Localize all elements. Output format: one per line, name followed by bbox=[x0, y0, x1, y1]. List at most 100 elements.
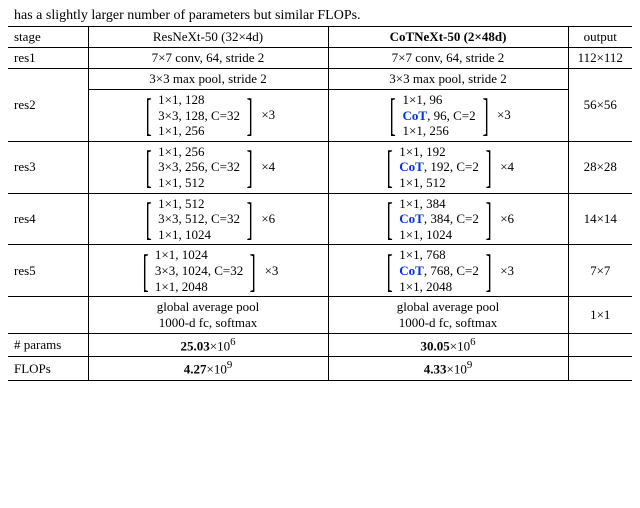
res3-block-a: [ 1×1, 256 3×3, 256, C=32 1×1, 512 ] ×4 bbox=[88, 141, 328, 193]
cot-label: CoT bbox=[399, 159, 424, 174]
res5-out: 7×7 bbox=[568, 245, 632, 297]
res5-bm: ×3 bbox=[500, 263, 514, 279]
res2-b1-post: , 96, C=2 bbox=[427, 108, 476, 123]
res3-a0: 1×1, 256 bbox=[158, 144, 204, 160]
flops-a-val: 4.27 bbox=[184, 362, 207, 377]
right-bracket-icon: ] bbox=[485, 196, 491, 242]
gap-a: global average pool 1000-d fc, softmax bbox=[88, 297, 328, 334]
right-bracket-icon: ] bbox=[482, 92, 488, 138]
res2-b0: 1×1, 96 bbox=[403, 92, 443, 108]
flops-out bbox=[568, 357, 632, 380]
res2-b2: 1×1, 256 bbox=[403, 123, 449, 139]
res1-out: 112×112 bbox=[568, 48, 632, 69]
res5-b0: 1×1, 768 bbox=[399, 247, 445, 263]
right-bracket-icon: ] bbox=[250, 248, 256, 294]
res2-block-b: [ 1×1, 96 CoT, 96, C=2 1×1, 256 ] ×3 bbox=[328, 90, 568, 142]
res3-a1: 3×3, 256, C=32 bbox=[158, 159, 240, 175]
res3-b0: 1×1, 192 bbox=[399, 144, 445, 160]
res5-label: res5 bbox=[8, 245, 88, 297]
res5-block-a: [ 1×1, 1024 3×3, 1024, C=32 1×1, 2048 ] … bbox=[88, 245, 328, 297]
res3-b2: 1×1, 512 bbox=[399, 175, 445, 191]
res3-am: ×4 bbox=[261, 159, 275, 175]
caption-text: has a slightly larger number of paramete… bbox=[14, 8, 632, 24]
flops-a-exp: ×10 bbox=[206, 362, 226, 377]
right-bracket-icon: ] bbox=[485, 144, 491, 190]
gap-b-line1: global average pool bbox=[333, 299, 564, 315]
res2-bm: ×3 bbox=[497, 107, 511, 123]
header-resnext: ResNeXt-50 (32×4d) bbox=[88, 27, 328, 48]
res4-block-a: [ 1×1, 512 3×3, 512, C=32 1×1, 1024 ] ×6 bbox=[88, 193, 328, 245]
res5-a0: 1×1, 1024 bbox=[155, 247, 208, 263]
res5-am: ×3 bbox=[265, 263, 279, 279]
res4-b0: 1×1, 384 bbox=[399, 196, 445, 212]
left-bracket-icon: [ bbox=[387, 248, 393, 294]
res4-a0: 1×1, 512 bbox=[158, 196, 204, 212]
res2-label: res2 bbox=[8, 69, 88, 142]
res3-b1-post: , 192, C=2 bbox=[424, 159, 479, 174]
params-out bbox=[568, 334, 632, 357]
res2-a0: 1×1, 128 bbox=[158, 92, 204, 108]
gap-b-line2: 1000-d fc, softmax bbox=[333, 315, 564, 331]
header-output: output bbox=[568, 27, 632, 48]
params-a-exp: ×10 bbox=[210, 338, 230, 353]
res4-out: 14×14 bbox=[568, 193, 632, 245]
res4-b2: 1×1, 1024 bbox=[399, 227, 452, 243]
params-b-val: 30.05 bbox=[420, 338, 449, 353]
gap-a-line1: global average pool bbox=[93, 299, 324, 315]
flops-a-sup: 9 bbox=[227, 359, 232, 371]
params-a: 25.03×106 bbox=[88, 334, 328, 357]
params-b-sup: 6 bbox=[470, 336, 475, 348]
res2-a2: 1×1, 256 bbox=[158, 123, 204, 139]
params-a-sup: 6 bbox=[230, 336, 235, 348]
res1-b: 7×7 conv, 64, stride 2 bbox=[328, 48, 568, 69]
architecture-table: stage ResNeXt-50 (32×4d) CoTNeXt-50 (2×4… bbox=[8, 26, 632, 381]
res2-am: ×3 bbox=[261, 107, 275, 123]
flops-a: 4.27×109 bbox=[88, 357, 328, 380]
right-bracket-icon: ] bbox=[247, 196, 253, 242]
gap-out: 1×1 bbox=[568, 297, 632, 334]
res1-a: 7×7 conv, 64, stride 2 bbox=[88, 48, 328, 69]
left-bracket-icon: [ bbox=[145, 196, 151, 242]
params-b: 30.05×106 bbox=[328, 334, 568, 357]
res2-pool-b: 3×3 max pool, stride 2 bbox=[328, 69, 568, 90]
res4-label: res4 bbox=[8, 193, 88, 245]
res5-a1: 3×3, 1024, C=32 bbox=[155, 263, 243, 279]
cot-label: CoT bbox=[399, 211, 424, 226]
res2-out: 56×56 bbox=[568, 69, 632, 142]
header-stage: stage bbox=[8, 27, 88, 48]
res4-am: ×6 bbox=[261, 211, 275, 227]
left-bracket-icon: [ bbox=[145, 144, 151, 190]
params-b-exp: ×10 bbox=[450, 338, 470, 353]
flops-b: 4.33×109 bbox=[328, 357, 568, 380]
left-bracket-icon: [ bbox=[142, 248, 148, 294]
flops-label: FLOPs bbox=[8, 357, 88, 380]
left-bracket-icon: [ bbox=[145, 92, 151, 138]
res3-label: res3 bbox=[8, 141, 88, 193]
res4-a1: 3×3, 512, C=32 bbox=[158, 211, 240, 227]
res4-block-b: [ 1×1, 384 CoT, 384, C=2 1×1, 1024 ] ×6 bbox=[328, 193, 568, 245]
gap-b: global average pool 1000-d fc, softmax bbox=[328, 297, 568, 334]
cot-label: CoT bbox=[399, 263, 424, 278]
left-bracket-icon: [ bbox=[390, 92, 396, 138]
res5-b2: 1×1, 2048 bbox=[399, 279, 452, 295]
res5-a2: 1×1, 2048 bbox=[155, 279, 208, 295]
left-bracket-icon: [ bbox=[387, 144, 393, 190]
res4-bm: ×6 bbox=[500, 211, 514, 227]
right-bracket-icon: ] bbox=[485, 248, 491, 294]
flops-b-val: 4.33 bbox=[424, 362, 447, 377]
gap-a-line2: 1000-d fc, softmax bbox=[93, 315, 324, 331]
gap-label bbox=[8, 297, 88, 334]
res4-b1-post: , 384, C=2 bbox=[424, 211, 479, 226]
params-a-val: 25.03 bbox=[180, 338, 209, 353]
res3-bm: ×4 bbox=[500, 159, 514, 175]
res5-b1-post: , 768, C=2 bbox=[424, 263, 479, 278]
res3-a2: 1×1, 512 bbox=[158, 175, 204, 191]
res2-block-a: [ 1×1, 128 3×3, 128, C=32 1×1, 256 ] ×3 bbox=[88, 90, 328, 142]
header-cotnext: CoTNeXt-50 (2×48d) bbox=[328, 27, 568, 48]
res4-a2: 1×1, 1024 bbox=[158, 227, 211, 243]
res2-a1: 3×3, 128, C=32 bbox=[158, 108, 240, 124]
cot-label: CoT bbox=[403, 108, 428, 123]
flops-b-sup: 9 bbox=[467, 359, 472, 371]
params-label: # params bbox=[8, 334, 88, 357]
left-bracket-icon: [ bbox=[387, 196, 393, 242]
